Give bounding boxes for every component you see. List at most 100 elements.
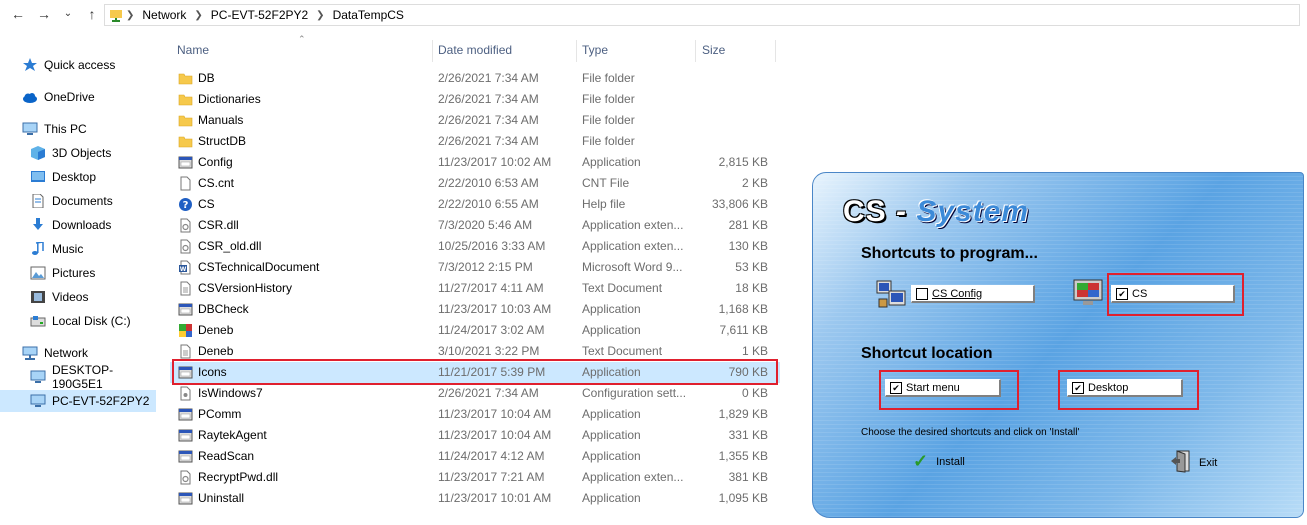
sort-ascending-icon: ⌃ xyxy=(298,34,306,44)
file-name: ReadScan xyxy=(198,449,255,463)
file-row[interactable]: Manuals 2/26/2021 7:34 AM File folder xyxy=(170,110,780,131)
file-row[interactable]: Uninstall 11/23/2017 10:01 AM Application 1… xyxy=(170,488,780,509)
file-row[interactable]: Dictionaries 2/26/2021 7:34 AM File folder xyxy=(170,89,780,110)
install-label: Install xyxy=(936,455,965,468)
cloud-icon xyxy=(22,90,38,104)
column-header-name[interactable]: Name xyxy=(177,36,209,64)
nav-item-label: OneDrive xyxy=(44,90,95,104)
file-size: 2 KB xyxy=(741,176,768,190)
column-divider[interactable] xyxy=(695,40,696,62)
exit-label: Exit xyxy=(1199,456,1218,469)
nav-item[interactable]: Downloads xyxy=(0,214,156,236)
nav-item[interactable]: Network xyxy=(0,342,156,364)
back-arrow-icon[interactable]: ← xyxy=(10,6,26,22)
file-type: Application xyxy=(582,323,641,337)
cube-icon xyxy=(30,146,46,160)
computer-icon xyxy=(22,122,38,136)
app-icon xyxy=(178,428,193,443)
file-row[interactable]: W CSTechnicalDocument 7/3/2012 2:15 PM Micr… xyxy=(170,257,780,278)
column-header-size[interactable]: Size xyxy=(702,36,725,64)
file-date: 11/23/2017 10:02 AM xyxy=(438,155,552,169)
file-name: CS xyxy=(198,197,215,211)
svg-text:?: ? xyxy=(183,200,189,211)
location-heading: Shortcut location xyxy=(861,345,993,362)
dll-icon xyxy=(178,239,193,254)
file-name: IsWindows7 xyxy=(198,386,263,400)
nav-item[interactable]: Local Disk (C:) xyxy=(0,310,156,332)
file-row[interactable]: IsWindows7 2/26/2021 7:34 AM Configuration… xyxy=(170,383,780,404)
file-row[interactable]: RaytekAgent 11/23/2017 10:04 AM Applicatio… xyxy=(170,425,780,446)
nav-item[interactable]: DESKTOP-190G5E1 xyxy=(0,363,156,391)
app-icon xyxy=(178,407,193,422)
nav-item[interactable]: Music xyxy=(0,238,156,260)
forward-arrow-icon[interactable]: → xyxy=(36,6,52,22)
exit-button[interactable]: Exit xyxy=(1171,449,1217,476)
music-icon xyxy=(30,241,46,256)
file-row[interactable]: ReadScan 11/24/2017 4:12 AM Application 1,3… xyxy=(170,446,780,467)
title-system: System xyxy=(916,195,1030,228)
column-divider[interactable] xyxy=(432,40,433,62)
address-bar[interactable]: ❯ Network ❯ PC-EVT-52F2PY2 ❯ DataTempCS xyxy=(104,4,1300,26)
nav-item[interactable]: Quick access xyxy=(0,54,156,76)
file-row[interactable]: DBCheck 11/23/2017 10:03 AM Application 1,1… xyxy=(170,299,780,320)
file-date: 11/23/2017 10:04 AM xyxy=(438,428,552,442)
file-type: Microsoft Word 9... xyxy=(582,260,683,274)
up-arrow-icon[interactable]: ↑ xyxy=(84,6,100,22)
app-icon xyxy=(178,155,193,170)
file-type: File folder xyxy=(582,92,635,106)
breadcrumb-network[interactable]: Network xyxy=(142,8,186,22)
file-name: CSR_old.dll xyxy=(198,239,262,253)
file-row[interactable]: Deneb 11/24/2017 3:02 AM Application 7,611 … xyxy=(170,320,780,341)
picture-icon xyxy=(30,266,46,280)
help-icon: ? xyxy=(178,197,193,212)
file-icon xyxy=(178,176,193,191)
file-size: 130 KB xyxy=(728,239,768,253)
file-row[interactable]: Config 11/23/2017 10:02 AM Application 2,81… xyxy=(170,152,780,173)
column-header-type[interactable]: Type xyxy=(582,36,608,64)
file-row[interactable]: PComm 11/23/2017 10:04 AM Application 1,829… xyxy=(170,404,780,425)
dialog-title: CS - System xyxy=(843,195,1029,229)
breadcrumb-separator-icon: ❯ xyxy=(126,9,135,21)
nav-item[interactable]: Pictures xyxy=(0,262,156,284)
cs-config-checkbox[interactable]: CS Config xyxy=(911,285,1035,303)
nav-item[interactable]: Videos xyxy=(0,286,156,308)
file-date: 2/22/2010 6:53 AM xyxy=(438,176,539,190)
install-button[interactable]: ✓ Install xyxy=(913,451,965,472)
file-type: Application xyxy=(582,407,641,421)
recent-chevron-icon[interactable]: ⌄ xyxy=(60,6,76,22)
nav-item[interactable]: OneDrive xyxy=(0,86,156,108)
monitor-app-icon xyxy=(1073,279,1103,310)
breadcrumb-pc[interactable]: PC-EVT-52F2PY2 xyxy=(211,8,308,22)
file-row[interactable]: CSR.dll 7/3/2020 5:46 AM Application exten… xyxy=(170,215,780,236)
file-type: Application exten... xyxy=(582,470,684,484)
column-divider[interactable] xyxy=(775,40,776,62)
dll-icon xyxy=(178,218,193,233)
file-row[interactable]: ? CS 2/22/2010 6:55 AM Help file 33,806 KB xyxy=(170,194,780,215)
cs-checkbox-highlight xyxy=(1107,273,1244,316)
breadcrumb-datatempcs[interactable]: DataTempCS xyxy=(333,8,404,22)
nav-item[interactable]: 3D Objects xyxy=(0,142,156,164)
file-row[interactable]: DB 2/26/2021 7:34 AM File folder xyxy=(170,68,780,89)
nav-item[interactable]: Desktop xyxy=(0,166,156,188)
nav-item[interactable]: PC-EVT-52F2PY2 xyxy=(0,390,156,412)
file-size: 1,829 KB xyxy=(718,407,768,421)
nav-item[interactable]: This PC xyxy=(0,118,156,140)
file-row[interactable]: CSVersionHistory 11/27/2017 4:11 AM Text D… xyxy=(170,278,780,299)
file-date: 10/25/2016 3:33 AM xyxy=(438,239,546,253)
file-date: 7/3/2020 5:46 AM xyxy=(438,218,533,232)
file-row[interactable]: StructDB 2/26/2021 7:34 AM File folder xyxy=(170,131,780,152)
file-date: 2/26/2021 7:34 AM xyxy=(438,386,539,400)
file-row[interactable]: RecryptPwd.dll 11/23/2017 7:21 AM Applicat… xyxy=(170,467,780,488)
cs-config-checkbox-box[interactable] xyxy=(916,287,928,300)
file-name: Uninstall xyxy=(198,491,245,505)
column-divider[interactable] xyxy=(576,40,577,62)
title-cs: CS xyxy=(843,195,887,228)
file-row[interactable]: CS.cnt 2/22/2010 6:53 AM CNT File 2 KB xyxy=(170,173,780,194)
file-type: Application exten... xyxy=(582,218,684,232)
nav-item[interactable]: Documents xyxy=(0,190,156,212)
folder-icon xyxy=(178,113,193,128)
file-size: 1,168 KB xyxy=(718,302,768,316)
file-name: CSTechnicalDocument xyxy=(198,260,320,274)
column-header-date[interactable]: Date modified xyxy=(438,36,512,64)
file-row[interactable]: CSR_old.dll 10/25/2016 3:33 AM Application… xyxy=(170,236,780,257)
